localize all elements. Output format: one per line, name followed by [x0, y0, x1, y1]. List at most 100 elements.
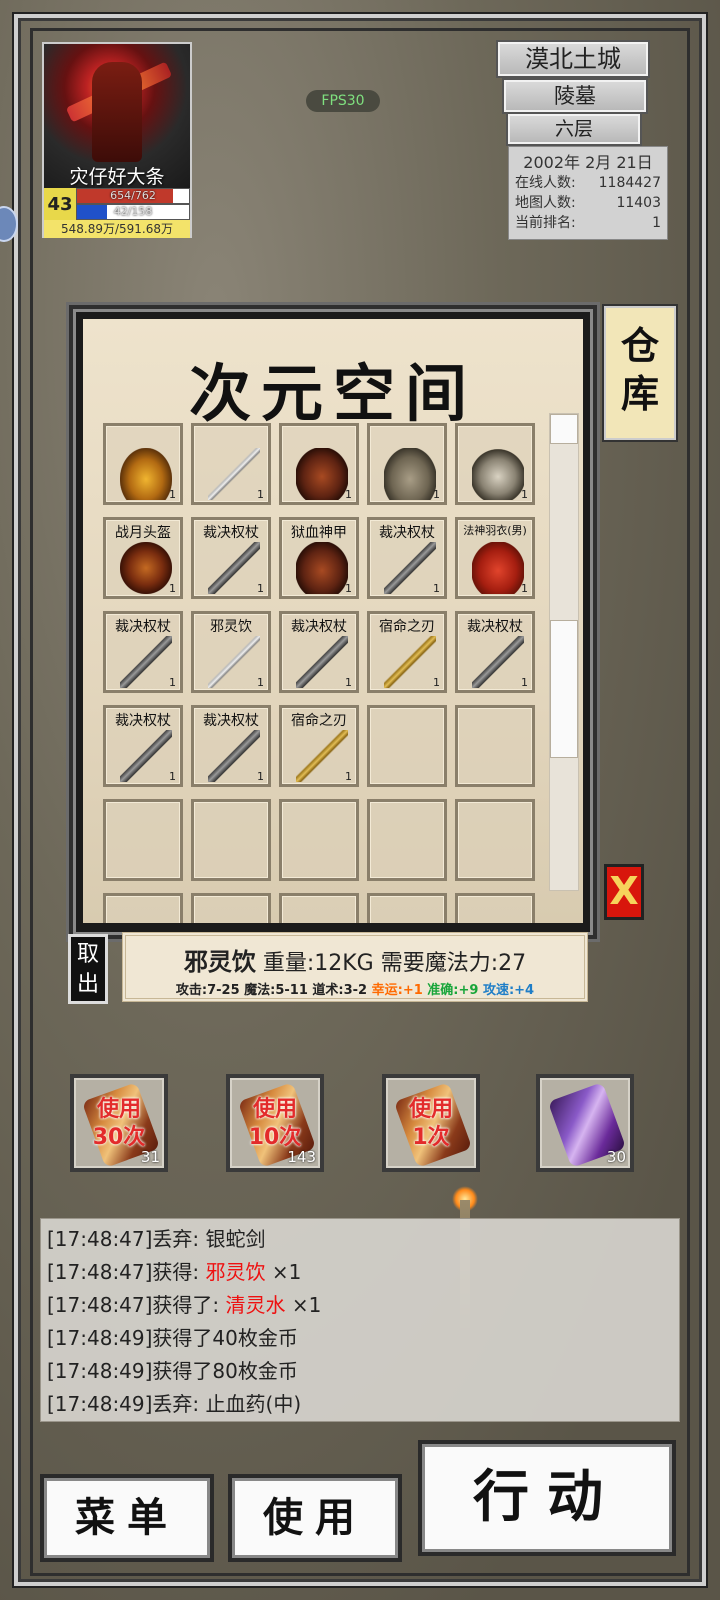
location-city[interactable]: 漠北土城: [498, 42, 648, 76]
inventory-slot[interactable]: 裁决权杖 1: [367, 517, 447, 599]
log-line: [17:48:49]获得了40枚金币: [47, 1322, 673, 1355]
location-floor[interactable]: 六层: [508, 114, 640, 144]
server-stats-panel: 2002年 2月 21日 在线人数: 1184427 地图人数: 11403 当…: [508, 146, 668, 240]
log-prefix: [17:48:49]丢弃: 止血药(中): [47, 1392, 302, 1416]
skull-icon: [472, 448, 524, 500]
staff-icon: [472, 636, 524, 688]
inventory-slot[interactable]: [279, 893, 359, 923]
scrollbar-cap: [550, 414, 578, 444]
slot-item-name: 裁决权杖: [203, 525, 259, 541]
inventory-slot[interactable]: 裁决权杖 1: [279, 611, 359, 693]
inventory-slot[interactable]: [367, 705, 447, 787]
inventory-slot[interactable]: 裁决权杖 1: [103, 611, 183, 693]
log-highlight: 邪灵饮: [205, 1260, 266, 1284]
quick-item-use-times: 1次: [412, 1125, 450, 1150]
log-line: [17:48:47]获得: 邪灵饮 ×1: [47, 1256, 673, 1289]
sword-icon: [208, 448, 260, 500]
quick-item-slot[interactable]: 使用 1次: [382, 1074, 480, 1172]
inventory-slot[interactable]: 战月头盔 1: [103, 517, 183, 599]
staff-icon: [208, 730, 260, 782]
menu-button[interactable]: 菜单: [40, 1474, 214, 1562]
item-info-stats: 攻击:7-25 魔法:5-11 道术:3-2: [175, 983, 372, 998]
inventory-slot[interactable]: [279, 799, 359, 881]
slot-item-name: 裁决权杖: [467, 619, 523, 635]
slot-item-name: 宿命之刃: [379, 619, 435, 635]
inventory-slot[interactable]: 法神羽衣(男) 1: [455, 517, 535, 599]
inventory-slot[interactable]: 邪灵饮 1: [191, 611, 271, 693]
inventory-slot[interactable]: 裁决权杖 1: [191, 705, 271, 787]
inventory-slot[interactable]: 宿命之刃 1: [367, 611, 447, 693]
warehouse-button[interactable]: 仓库: [604, 306, 676, 440]
slot-quantity: 1: [257, 676, 264, 689]
log-prefix: [17:48:49]获得了40枚金币: [47, 1326, 298, 1350]
item-info-accuracy: 准确:+9: [427, 983, 479, 998]
inventory-slot[interactable]: 裁决权杖 1: [103, 705, 183, 787]
inventory-slot[interactable]: [367, 799, 447, 881]
quick-item-slot[interactable]: 30: [536, 1074, 634, 1172]
inventory-paper: 次元空间 1 1 1 1 1 战月头盔 1 裁决权杖 1 狱血神甲 1 裁决权杖 1 法神羽衣(男) 1 裁决…: [83, 319, 583, 923]
slot-quantity: 1: [169, 488, 176, 501]
inventory-slot[interactable]: 1: [279, 423, 359, 505]
inventory-slot[interactable]: [103, 799, 183, 881]
slot-item-name: 裁决权杖: [203, 713, 259, 729]
item-info-line2: 攻击:7-25 魔法:5-11 道术:3-2 幸运:+1 准确:+9 攻速:+4: [126, 979, 584, 998]
inventory-slot[interactable]: 1: [367, 423, 447, 505]
slot-item-name: 法神羽衣(男): [463, 524, 527, 537]
inventory-slot[interactable]: [455, 799, 535, 881]
log-line: [17:48:47]丢弃: 银蛇剑: [47, 1223, 673, 1256]
quick-item-count: 31: [140, 1148, 160, 1166]
player-card[interactable]: 灾仔好大条 43 654/762 42/158 548.89万/591.68万: [42, 42, 192, 238]
log-line: [17:48:49]丢弃: 止血药(中): [47, 1388, 673, 1421]
inventory-slot[interactable]: 狱血神甲 1: [279, 517, 359, 599]
inventory-slot[interactable]: 1: [191, 423, 271, 505]
log-prefix: [17:48:47]获得了:: [47, 1293, 226, 1317]
log-suffix: ×1: [285, 1293, 322, 1317]
quick-item-slot[interactable]: 使用 10次 143: [226, 1074, 324, 1172]
item-info-name: 邪灵饮: [183, 948, 256, 976]
slot-quantity: 1: [433, 488, 440, 501]
staff-icon: [120, 636, 172, 688]
fps-indicator: FPS30: [306, 90, 380, 112]
staff-icon: [296, 636, 348, 688]
slot-item-name: 战月头盔: [115, 525, 171, 541]
inventory-slot[interactable]: [455, 893, 535, 923]
inventory-slot[interactable]: 宿命之刃 1: [279, 705, 359, 787]
staff-icon: [120, 730, 172, 782]
quick-item-slot[interactable]: 使用 30次 31: [70, 1074, 168, 1172]
inventory-slot[interactable]: [367, 893, 447, 923]
use-button[interactable]: 使用: [228, 1474, 402, 1562]
inventory-slot[interactable]: [191, 799, 271, 881]
log-prefix: [17:48:49]获得了80枚金币: [47, 1359, 298, 1383]
inventory-scrollbar[interactable]: [549, 413, 579, 891]
map-count-label: 地图人数:: [515, 195, 576, 211]
exp-bar: 548.89万/591.68万: [44, 220, 190, 238]
inventory-slot[interactable]: 裁决权杖 1: [191, 517, 271, 599]
inventory-slot[interactable]: 1: [103, 423, 183, 505]
action-button[interactable]: 行动: [418, 1440, 676, 1556]
slot-quantity: 1: [521, 582, 528, 595]
inventory-slot[interactable]: 裁决权杖 1: [455, 611, 535, 693]
inventory-slot[interactable]: [103, 893, 183, 923]
game-date: 2002年 2月 21日: [523, 153, 653, 172]
inventory-slot[interactable]: [191, 893, 271, 923]
inventory-slot[interactable]: [455, 705, 535, 787]
slot-quantity: 1: [345, 488, 352, 501]
take-out-button[interactable]: 取出: [68, 934, 108, 1004]
boots-icon: [384, 448, 436, 500]
slot-quantity: 1: [433, 582, 440, 595]
slot-quantity: 1: [433, 676, 440, 689]
quick-item-count: 30: [606, 1148, 626, 1166]
robe-icon: [472, 542, 524, 594]
inventory-slot[interactable]: 1: [455, 423, 535, 505]
location-area[interactable]: 陵墓: [504, 80, 646, 112]
close-inventory-button[interactable]: X: [604, 864, 644, 920]
item-info-line1: 邪灵饮 重量:12KG 需要魔法力:27: [126, 942, 584, 977]
quick-item-count: 143: [287, 1148, 316, 1166]
online-count-value: 1184427: [598, 175, 661, 191]
slot-item-name: 裁决权杖: [115, 713, 171, 729]
scrollbar-thumb[interactable]: [550, 620, 578, 758]
message-log[interactable]: [17:48:47]丢弃: 银蛇剑 [17:48:47]获得: 邪灵饮 ×1 [17…: [40, 1218, 680, 1422]
quick-item-use-label: 使用: [252, 1097, 297, 1122]
blade-icon: [384, 636, 436, 688]
slot-quantity: 1: [521, 676, 528, 689]
